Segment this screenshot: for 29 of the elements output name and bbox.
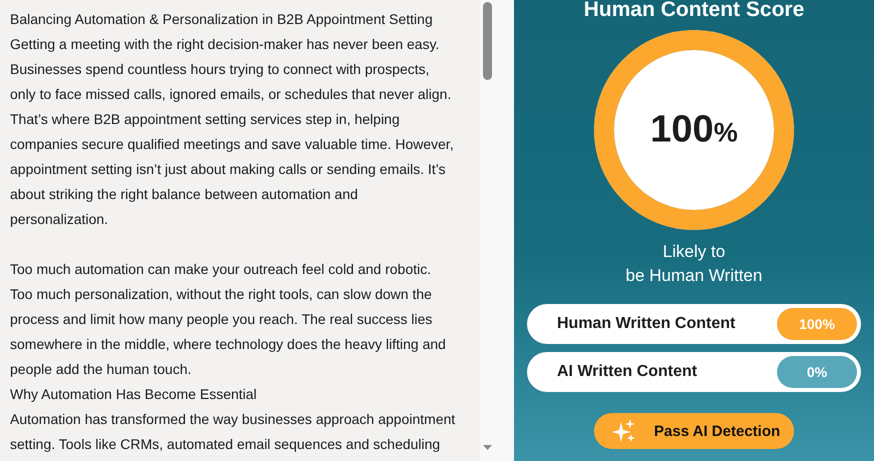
score-title: Human Content Score xyxy=(584,0,804,22)
sparkle-icon xyxy=(612,419,636,443)
body-text: Balancing Automation & Personalization in B2B Appointment Setting xyxy=(10,10,433,29)
body-text: somewhere in the middle, where technology does the heavy lifting and xyxy=(10,335,446,354)
scrollbar-thumb[interactable] xyxy=(483,2,492,80)
body-text: Too much automation can make your outreach feel cold and robotic. xyxy=(10,260,432,279)
scroll-down-icon[interactable] xyxy=(483,445,492,451)
body-text: appointment setting isn’t just about making calls or sending emails. It’s xyxy=(10,160,446,179)
body-text: Too much personalization, without the right tools, can slow down the xyxy=(10,285,432,304)
body-text: setting. Tools like CRMs, automated email sequences and scheduling xyxy=(10,435,440,454)
body-text: personalization. xyxy=(10,210,108,229)
body-text: process and limit how many people you reach. The real success lies xyxy=(10,310,432,329)
score-caption: Likely to xyxy=(662,241,726,263)
body-text: Businesses spend countless hours trying to connect with prospects, xyxy=(10,60,430,79)
body-text: That’s where B2B appointment setting services step in, helping xyxy=(10,110,400,129)
body-text: about striking the right balance between automation and xyxy=(10,185,358,204)
body-text: people add the human touch. xyxy=(10,360,192,379)
body-text: Automation has transformed the way businesses approach appointment xyxy=(10,410,456,429)
body-text: Why Automation Has Become Essential xyxy=(10,385,257,404)
result-label: AI Written Content xyxy=(557,363,698,381)
result-label: Human Written Content xyxy=(557,315,736,333)
result-value: 100% xyxy=(777,308,857,340)
score-value: 100% xyxy=(650,108,738,152)
body-text: Getting a meeting with the right decision-maker has never been easy. xyxy=(10,35,440,54)
result-value: 0% xyxy=(777,356,857,388)
pass-ai-detection-button[interactable]: Pass AI Detection xyxy=(594,413,794,449)
body-text: companies secure qualified meetings and save valuable time. However, xyxy=(10,135,454,154)
body-text: only to face missed calls, ignored emails, or schedules that never align. xyxy=(10,85,452,104)
score-caption: be Human Written xyxy=(626,265,762,287)
